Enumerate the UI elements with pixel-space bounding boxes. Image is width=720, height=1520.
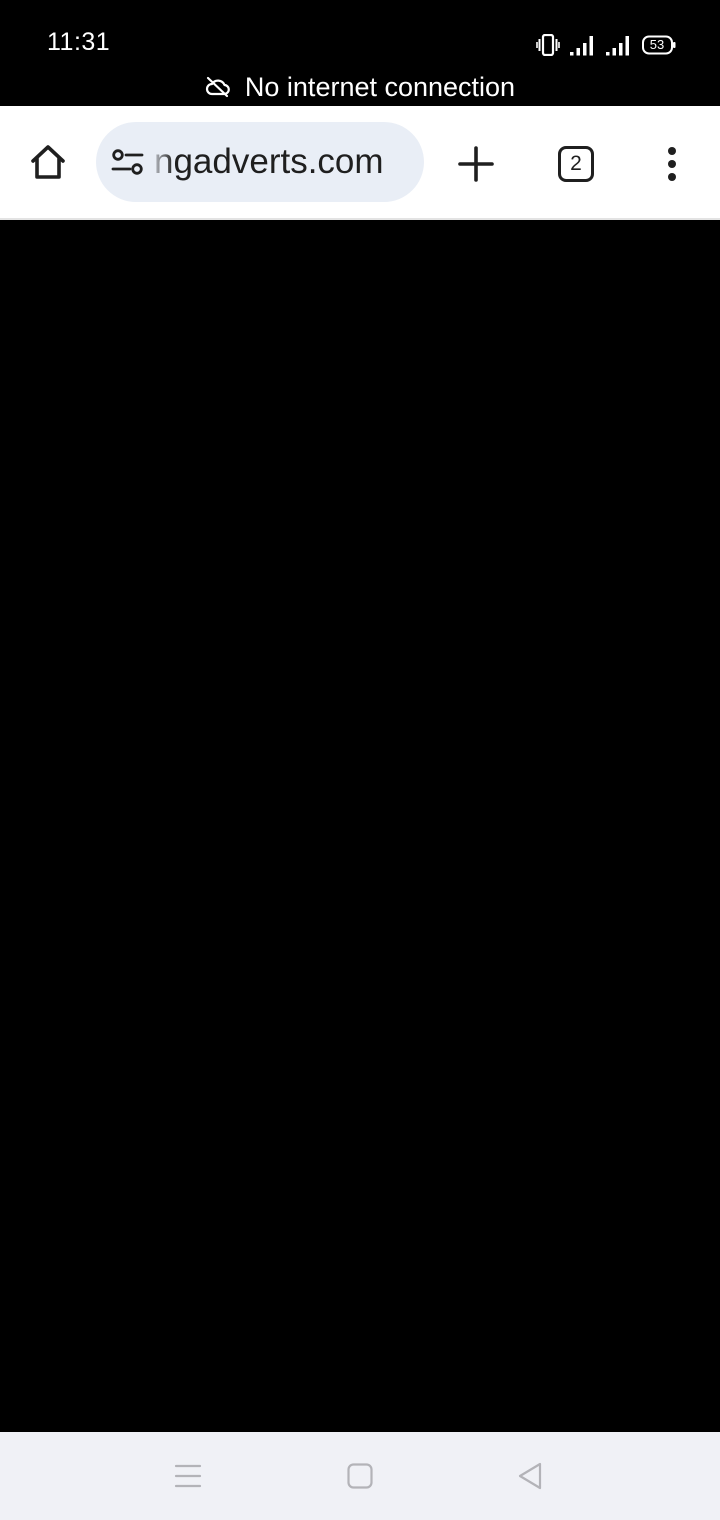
new-tab-button[interactable] bbox=[452, 140, 500, 188]
signal-2-icon bbox=[606, 36, 629, 56]
home-icon bbox=[31, 145, 65, 179]
web-content[interactable] bbox=[0, 220, 720, 1432]
home-nav-icon bbox=[347, 1463, 373, 1489]
new-tab-icon bbox=[458, 146, 494, 182]
status-icons: 53 bbox=[536, 30, 676, 60]
signal-1-icon bbox=[570, 36, 593, 56]
system-nav-bar bbox=[0, 1432, 720, 1520]
back-button[interactable] bbox=[510, 1456, 550, 1496]
url-text[interactable]: ngadverts.com bbox=[154, 122, 416, 202]
more-options-icon bbox=[668, 147, 676, 181]
address-bar[interactable]: ngadverts.com bbox=[96, 122, 424, 202]
recent-apps-icon bbox=[174, 1464, 202, 1488]
browser-toolbar: ngadverts.com 2 bbox=[0, 106, 720, 220]
battery-level: 53 bbox=[649, 37, 665, 52]
home-nav-button[interactable] bbox=[340, 1456, 380, 1496]
back-icon bbox=[518, 1462, 542, 1490]
more-options-button[interactable] bbox=[648, 140, 696, 188]
tab-count: 2 bbox=[570, 152, 582, 175]
cloud-off-icon bbox=[205, 76, 230, 98]
vibrate-icon bbox=[536, 34, 560, 56]
offline-banner: No internet connection bbox=[0, 70, 720, 104]
tab-switcher-button[interactable]: 2 bbox=[552, 140, 600, 188]
recent-apps-button[interactable] bbox=[168, 1456, 208, 1496]
tab-switcher-icon: 2 bbox=[558, 146, 594, 182]
home-button[interactable] bbox=[24, 138, 72, 186]
offline-message: No internet connection bbox=[244, 71, 516, 102]
clock: 11:31 bbox=[47, 28, 111, 56]
url-fade bbox=[148, 122, 174, 202]
battery-icon: 53 bbox=[642, 35, 676, 55]
status-bar: 11:31 53 No internet connection bbox=[0, 0, 720, 106]
site-settings-icon[interactable] bbox=[110, 146, 146, 178]
